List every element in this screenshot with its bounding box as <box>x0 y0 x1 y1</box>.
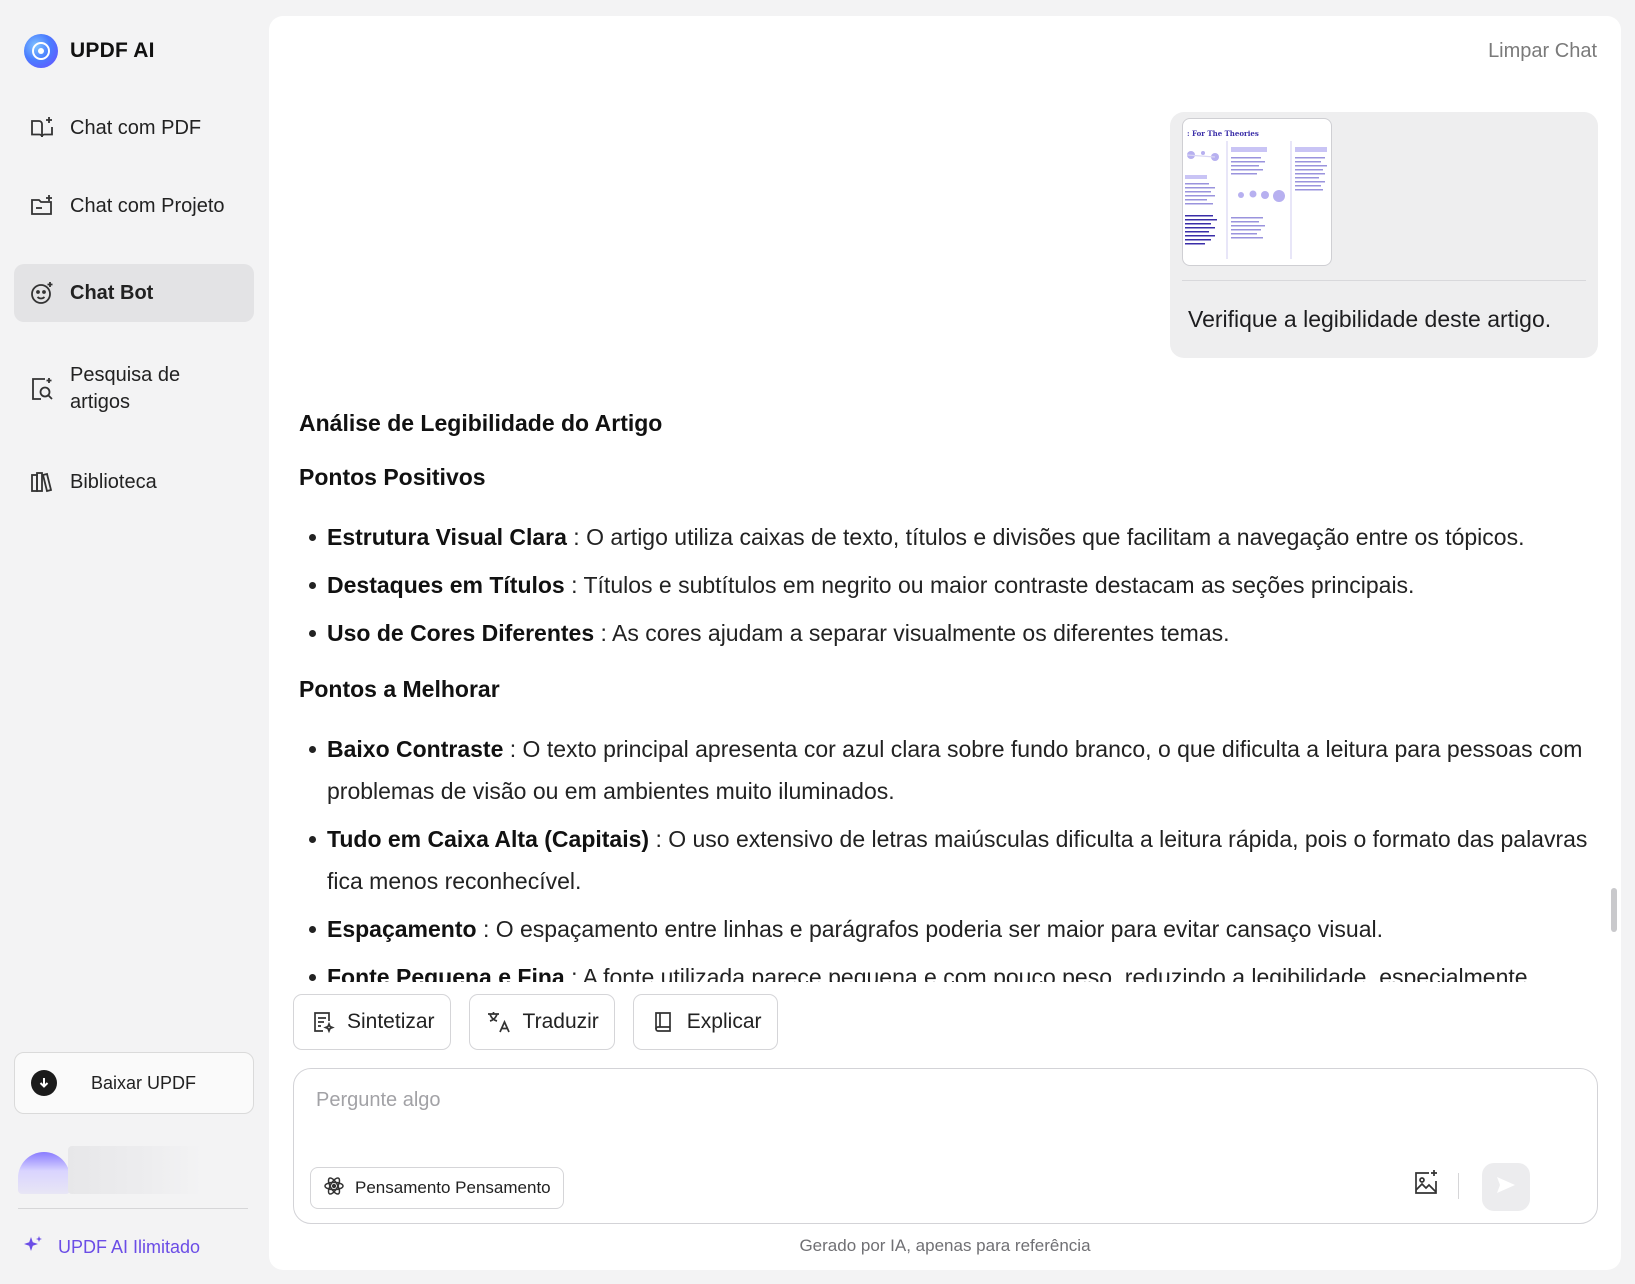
sidebar-item-paper-search[interactable]: Pesquisa de artigos <box>14 354 254 424</box>
summarize-label: Sintetizar <box>347 1010 435 1033</box>
translate-label: Traduzir <box>522 1010 599 1033</box>
download-icon <box>31 1070 57 1096</box>
summarize-icon <box>309 1008 337 1036</box>
user-message-text: Verifique a legibilidade deste artigo. <box>1188 306 1552 332</box>
attachment-thumbnail[interactable]: : For The Theories <box>1182 118 1332 266</box>
list-item-term: Tudo em Caixa Alta (Capitais) <box>327 826 650 852</box>
list-item: Uso de Cores Diferentes : As cores ajuda… <box>299 612 1609 654</box>
thinking-toggle[interactable]: Pensamento Pensamento <box>310 1167 564 1209</box>
list-item-term: Fonte Pequena e Fina <box>327 964 565 982</box>
list-item: Estrutura Visual Clara : O artigo utiliz… <box>299 516 1609 558</box>
document-search-icon <box>28 375 56 403</box>
download-label: Baixar UPDF <box>91 1072 197 1093</box>
list-item-term: Estrutura Visual Clara <box>327 524 567 550</box>
section-heading: Pontos a Melhorar <box>299 676 500 702</box>
sidebar-item-label: Chat Bot <box>70 281 154 304</box>
brand-name: UPDF AI <box>70 39 155 62</box>
chat-panel: Limpar Chat : For The Theories Verifique… <box>269 16 1621 1270</box>
attachment-title: : For The Theories <box>1187 129 1259 138</box>
divider <box>18 1208 248 1209</box>
list-item-text: : O texto principal apresenta cor azul c… <box>327 736 1583 804</box>
image-sparkle-icon <box>1412 1169 1440 1202</box>
list-item-text: : O artigo utiliza caixas de texto, títu… <box>566 524 1525 550</box>
quick-actions: Sintetizar Traduzir Explicar <box>293 994 778 1050</box>
list-item: Tudo em Caixa Alta (Capitais) : O uso ex… <box>299 818 1609 902</box>
translate-icon <box>485 1008 513 1036</box>
send-icon <box>1495 1174 1517 1201</box>
list-item: Fonte Pequena e Fina : A fonte utilizada… <box>299 956 1609 982</box>
sidebar: UPDF AI Chat com PDF Chat com Projeto Ch… <box>0 0 268 1284</box>
section-heading: Pontos Positivos <box>299 464 486 490</box>
bullet-list: Baixo Contraste : O texto principal apre… <box>299 728 1609 982</box>
upgrade-label: UPDF AI Ilimitado <box>58 1237 201 1257</box>
atom-icon <box>323 1175 345 1202</box>
download-updf-button[interactable]: Baixar UPDF <box>14 1052 254 1114</box>
list-item-term: Espaçamento <box>327 916 477 942</box>
sidebar-item-chat-bot[interactable]: Chat Bot <box>14 264 254 322</box>
explain-label: Explicar <box>686 1010 762 1033</box>
sidebar-item-label: Biblioteca <box>70 470 157 493</box>
list-item-term: Destaques em Títulos <box>327 572 565 598</box>
list-item: Baixo Contraste : O texto principal apre… <box>299 728 1609 812</box>
bot-face-icon <box>28 279 56 307</box>
book-icon <box>649 1008 677 1036</box>
prompt-input[interactable] <box>316 1089 1516 1112</box>
user-message-bubble: : For The Theories Verifique a legibilid… <box>1170 112 1598 358</box>
updf-logo-icon <box>24 34 58 68</box>
answer-title: Análise de Legibilidade do Artigo <box>299 410 663 436</box>
sidebar-item-chat-project[interactable]: Chat com Projeto <box>14 178 254 234</box>
divider <box>1182 280 1586 281</box>
summarize-button[interactable]: Sintetizar <box>293 994 451 1050</box>
book-sparkle-icon <box>28 114 56 142</box>
composer: Pensamento Pensamento <box>293 1068 1598 1224</box>
avatar <box>18 1152 70 1194</box>
thinking-label: Pensamento Pensamento <box>355 1178 551 1197</box>
scrollbar-thumb[interactable] <box>1611 888 1617 932</box>
list-item-text: : A fonte utilizada parece pequena e com… <box>564 964 1528 982</box>
assistant-answer: Análise de Legibilidade do Artigo Pontos… <box>299 408 1609 982</box>
library-icon <box>28 468 56 496</box>
list-item-term: Uso de Cores Diferentes <box>327 620 595 646</box>
list-item: Destaques em Títulos : Títulos e subtítu… <box>299 564 1609 606</box>
ai-disclaimer: Gerado por IA, apenas para referência <box>799 1236 1091 1255</box>
divider <box>1458 1173 1459 1199</box>
send-button[interactable] <box>1482 1163 1530 1211</box>
sidebar-item-chat-pdf[interactable]: Chat com PDF <box>14 100 254 156</box>
clear-chat-button[interactable]: Limpar Chat <box>1488 40 1597 63</box>
sparkle-icon <box>22 1234 44 1261</box>
sidebar-item-label: Pesquisa de artigos <box>70 364 181 413</box>
upgrade-link[interactable]: UPDF AI Ilimitado <box>22 1234 200 1261</box>
user-profile[interactable] <box>18 1146 202 1194</box>
bullet-list: Estrutura Visual Clara : O artigo utiliz… <box>299 516 1609 654</box>
folder-sparkle-icon <box>28 192 56 220</box>
list-item-text: : Títulos e subtítulos em negrito ou mai… <box>564 572 1415 598</box>
list-item-text: : O espaçamento entre linhas e parágrafo… <box>476 916 1383 942</box>
translate-button[interactable]: Traduzir <box>468 994 615 1050</box>
list-item-term: Baixo Contraste <box>327 736 504 762</box>
sidebar-item-label: Chat com Projeto <box>70 194 225 217</box>
attachment-preview-graphic <box>1185 141 1327 259</box>
list-item-text: : As cores ajudam a separar visualmente … <box>594 620 1230 646</box>
redacted-user-name <box>68 1146 202 1194</box>
sidebar-item-library[interactable]: Biblioteca <box>14 454 254 510</box>
brand[interactable]: UPDF AI <box>24 34 155 68</box>
sidebar-item-label: Chat com PDF <box>70 116 202 139</box>
list-item: Espaçamento : O espaçamento entre linhas… <box>299 908 1609 950</box>
image-upload-button[interactable] <box>1410 1169 1442 1201</box>
explain-button[interactable]: Explicar <box>632 994 778 1050</box>
